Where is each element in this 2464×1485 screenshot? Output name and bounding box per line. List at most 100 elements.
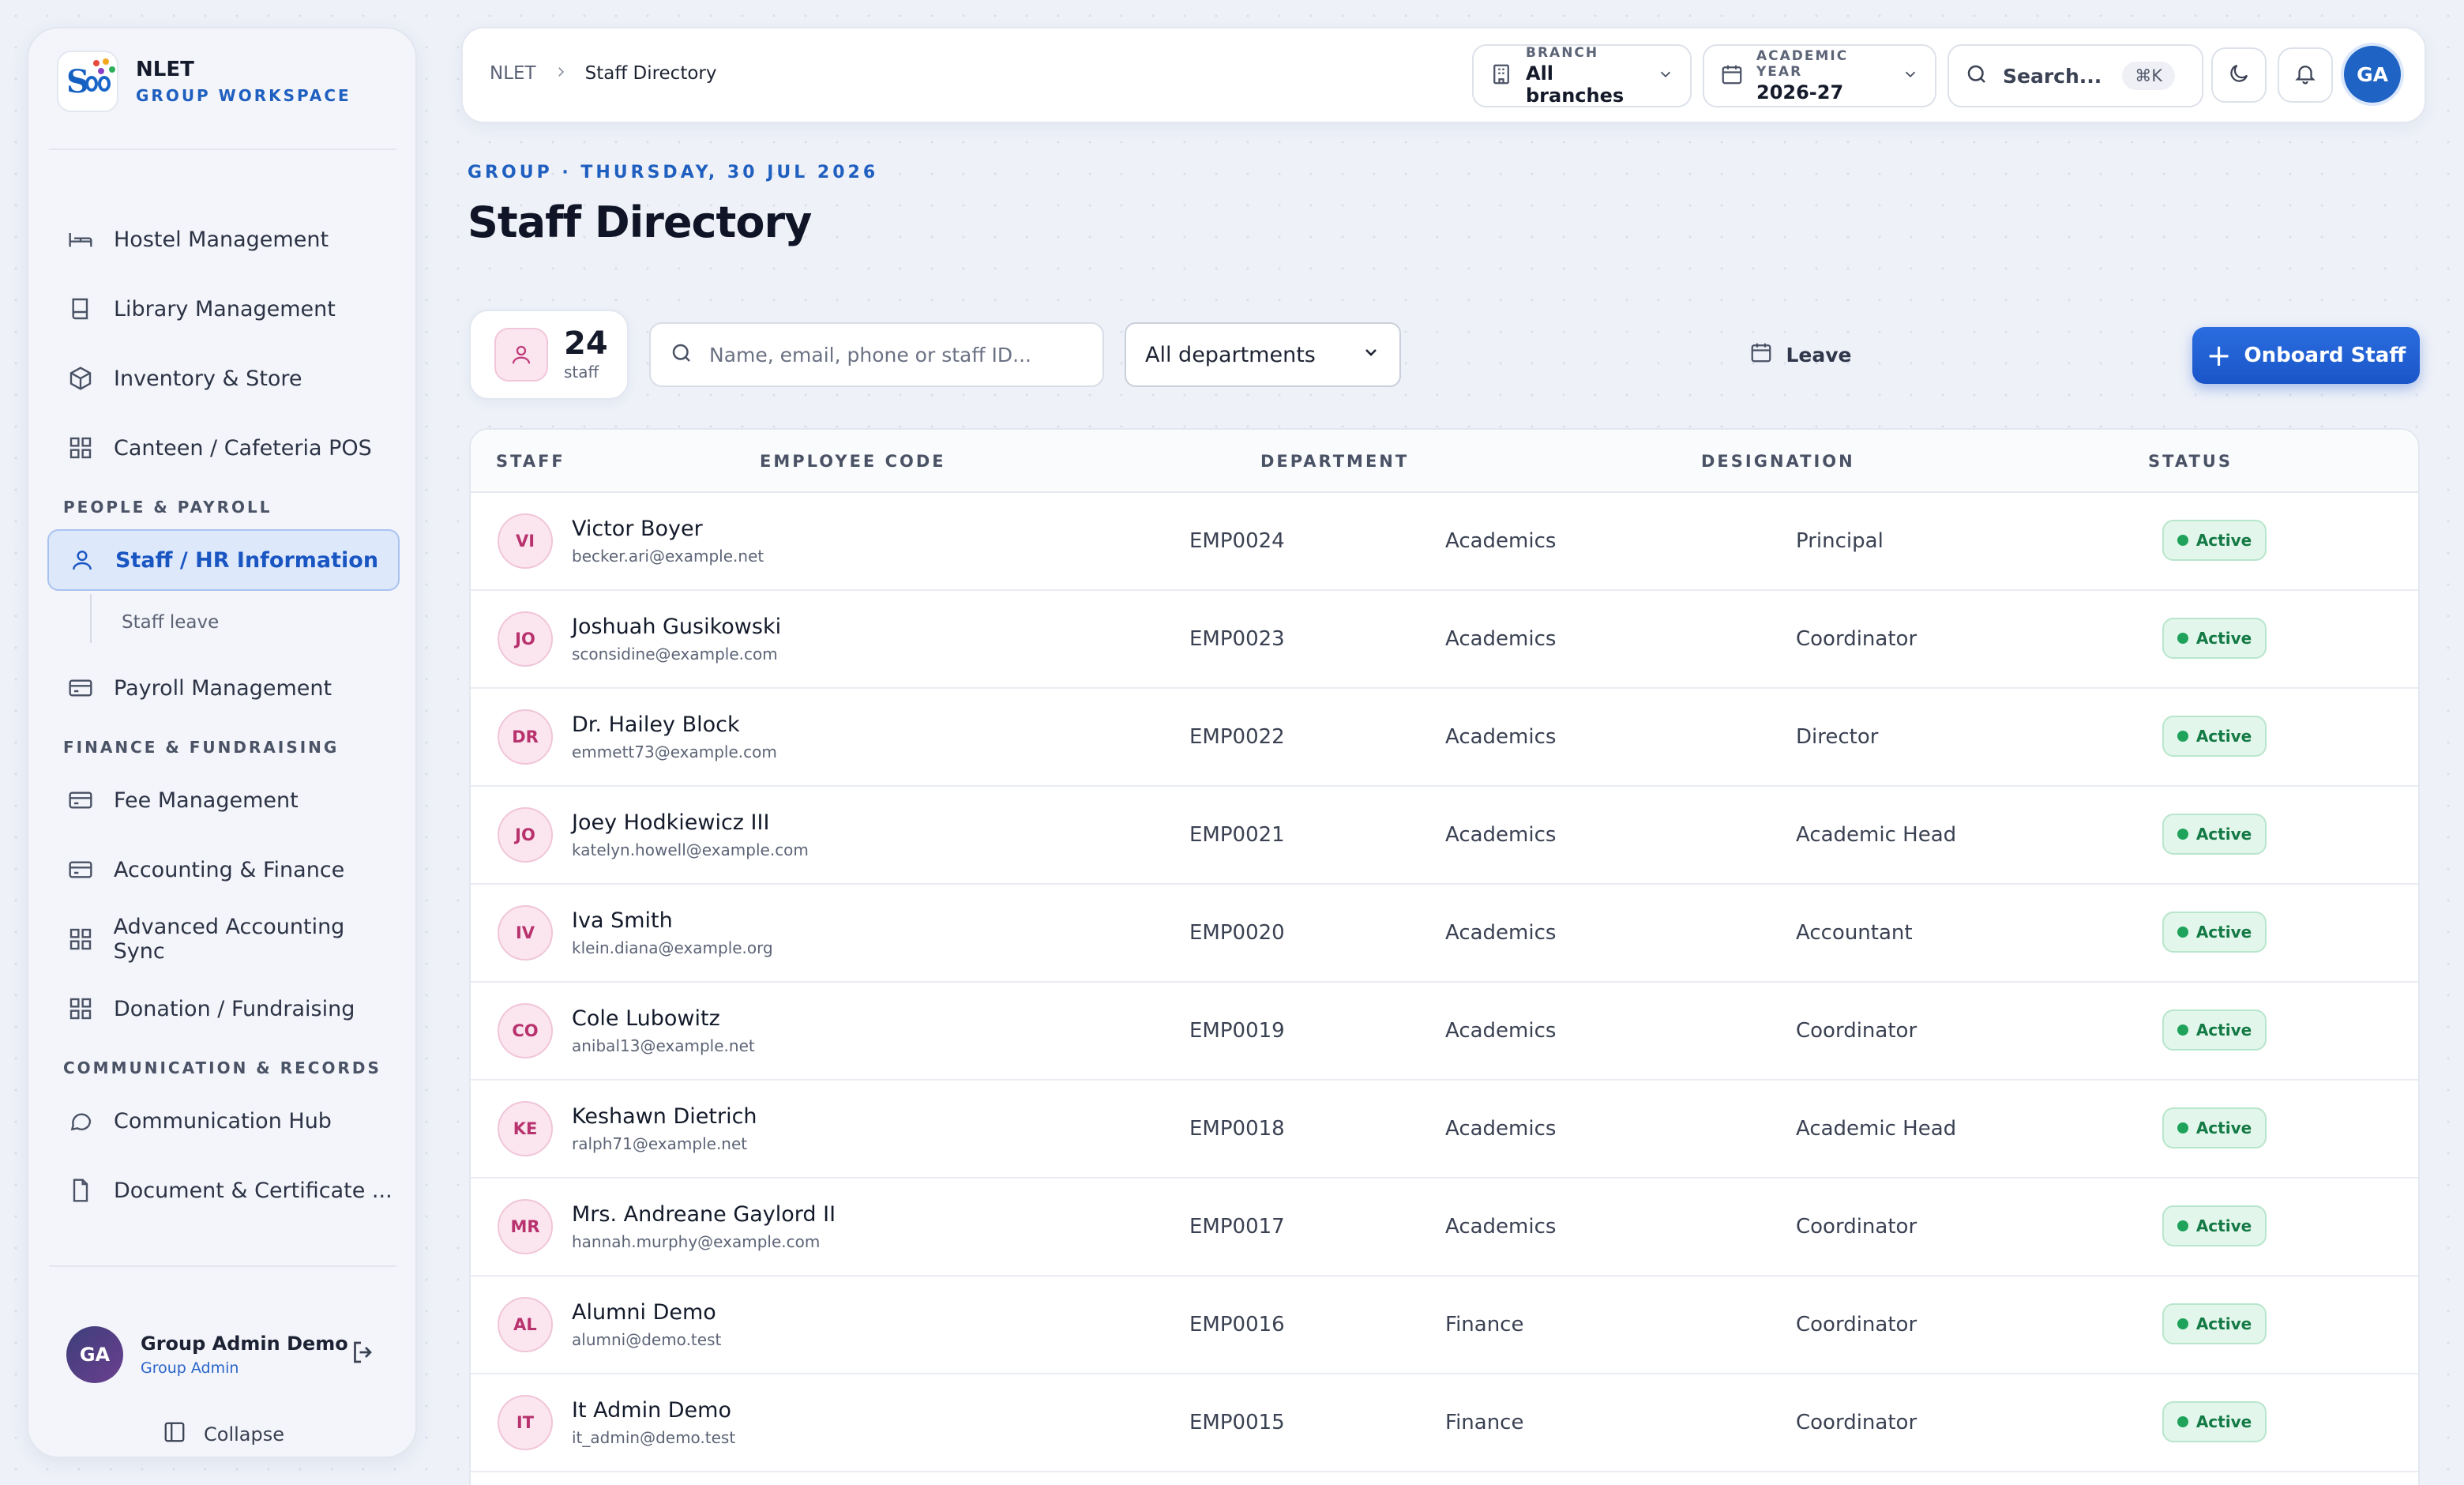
table-row[interactable]: MR Mrs. Andreane Gaylord II hannah.murph…	[471, 1179, 2418, 1276]
status-badge: Active	[2162, 1107, 2267, 1149]
staff-name[interactable]: Mrs. Andreane Gaylord II	[572, 1202, 836, 1227]
search-icon	[1965, 62, 1989, 89]
collapse-label: Collapse	[204, 1423, 284, 1446]
column-header-status[interactable]: STATUS	[2148, 452, 2233, 471]
global-search-button[interactable]: Search... ⌘K	[1948, 44, 2203, 107]
book-icon	[66, 295, 95, 323]
status-dot-icon	[2177, 829, 2188, 840]
sidebar-item-staff-hr[interactable]: Staff / HR Information	[47, 529, 400, 591]
logout-icon[interactable]	[349, 1338, 381, 1370]
breadcrumb-root[interactable]: NLET	[490, 63, 536, 84]
designation: Coordinator	[1796, 627, 1917, 651]
sidebar-item-accounting[interactable]: Accounting & Finance	[47, 839, 400, 900]
theme-toggle-button[interactable]	[2211, 47, 2267, 103]
user-avatar-button[interactable]: GA	[2344, 46, 2401, 103]
status-badge: Active	[2162, 520, 2267, 561]
avatar: KE	[498, 1101, 553, 1156]
sidebar-item-label: Staff / HR Information	[115, 547, 379, 573]
employee-code: EMP0016	[1189, 1313, 1285, 1336]
staff-name[interactable]: Keshawn Dietrich	[572, 1104, 757, 1129]
page-eyebrow: GROUP · THURSDAY, 30 JUL 2026	[468, 163, 879, 182]
status-dot-icon	[2177, 1122, 2188, 1133]
status-label: Active	[2195, 923, 2252, 942]
staff-name[interactable]: Dr. Hailey Block	[572, 712, 740, 737]
table-row[interactable]: KE Keshawn Dietrich ralph71@example.net …	[471, 1081, 2418, 1179]
status-badge: Active	[2162, 716, 2267, 757]
department-select[interactable]: All departments	[1125, 322, 1401, 387]
status-badge: Active	[2162, 1009, 2267, 1051]
leave-button[interactable]: Leave	[1734, 322, 1867, 387]
column-header-designation[interactable]: DESIGNATION	[1701, 452, 1855, 471]
sidebar-subitem-staff-leave[interactable]: Staff leave	[47, 594, 400, 646]
table-row[interactable]: IT It Admin Demo it_admin@demo.test EMP0…	[471, 1374, 2418, 1472]
designation: Accountant	[1796, 921, 1913, 945]
sidebar-item-label: Communication Hub	[114, 1108, 332, 1133]
sidebar-item-documents[interactable]: Document & Certificate ...	[47, 1160, 400, 1221]
brand[interactable]: S NLET GROUP WORKSPACE	[57, 51, 351, 112]
sidebar-item-canteen[interactable]: Canteen / Cafeteria POS	[47, 417, 400, 479]
card-icon	[66, 674, 95, 702]
staff-name[interactable]: Victor Boyer	[572, 517, 703, 541]
staff-email: emmett73@example.com	[572, 742, 777, 761]
table-row[interactable]: CO Cole Lubowitz anibal13@example.net EM…	[471, 983, 2418, 1081]
section-finance: FINANCE & FUNDRAISING	[63, 738, 340, 757]
status-label: Active	[2195, 1021, 2252, 1040]
breadcrumb-current: Staff Directory	[584, 63, 717, 84]
designation: Academic Head	[1796, 823, 1957, 847]
sidebar-item-library[interactable]: Library Management	[47, 278, 400, 340]
avatar: IV	[498, 905, 553, 961]
avatar: AL	[498, 1297, 553, 1352]
staff-email: anibal13@example.net	[572, 1036, 755, 1055]
table-row[interactable]: VI Victor Boyer becker.ari@example.net E…	[471, 493, 2418, 591]
employee-code: EMP0015	[1189, 1411, 1285, 1434]
sidebar-item-inventory[interactable]: Inventory & Store	[47, 348, 400, 409]
staff-name[interactable]: It Admin Demo	[572, 1398, 731, 1423]
column-header-staff[interactable]: STAFF	[496, 452, 565, 471]
bell-icon	[2293, 62, 2317, 88]
onboard-staff-button[interactable]: + Onboard Staff	[2192, 327, 2420, 384]
column-header-department[interactable]: DEPARTMENT	[1260, 452, 1409, 471]
sidebar-item-hostel[interactable]: Hostel Management	[47, 209, 400, 270]
staff-search-input[interactable]	[709, 343, 1088, 367]
table-row[interactable]: DR Dr. Hailey Block emmett73@example.com…	[471, 689, 2418, 787]
sidebar-item-payroll[interactable]: Payroll Management	[47, 657, 400, 719]
employee-code: EMP0021	[1189, 823, 1285, 847]
staff-name[interactable]: Alumni Demo	[572, 1300, 716, 1325]
employee-code: EMP0024	[1189, 529, 1285, 553]
department: Academics	[1445, 921, 1557, 945]
status-dot-icon	[2177, 1318, 2188, 1329]
notifications-button[interactable]	[2278, 47, 2333, 103]
table-row[interactable]: AL Alumni Demo alumni@demo.test EMP0016 …	[471, 1276, 2418, 1374]
staff-name[interactable]: Iva Smith	[572, 908, 673, 933]
sidebar-item-fee[interactable]: Fee Management	[47, 769, 400, 831]
sidebar-item-label: Advanced Accounting Sync	[113, 915, 345, 964]
staff-name[interactable]: Joey Hodkiewicz III	[572, 810, 769, 835]
collapse-button[interactable]: Collapse	[163, 1420, 284, 1449]
section-communication: COMMUNICATION & RECORDS	[63, 1058, 381, 1077]
designation: Principal	[1796, 529, 1884, 553]
avatar: CO	[498, 1003, 553, 1058]
search-icon	[670, 341, 693, 368]
user-card[interactable]: GA Group Admin Demo Group Admin	[49, 1308, 396, 1401]
year-value: 2026-27	[1756, 81, 1844, 103]
status-dot-icon	[2177, 1024, 2188, 1036]
grid-icon	[66, 434, 95, 462]
brand-logo: S	[57, 51, 118, 112]
academic-year-selector[interactable]: ACADEMIC YEAR 2026-27	[1703, 44, 1936, 107]
branch-selector[interactable]: BRANCH All branches	[1472, 44, 1692, 107]
table-row[interactable]: JO Joey Hodkiewicz III katelyn.howell@ex…	[471, 787, 2418, 885]
staff-email: sconsidine@example.com	[572, 645, 778, 664]
column-header-employee-code[interactable]: EMPLOYEE CODE	[760, 452, 946, 471]
employee-code: EMP0020	[1189, 921, 1285, 945]
sidebar-item-communication[interactable]: Communication Hub	[47, 1090, 400, 1152]
table-row[interactable]: JO Joshuah Gusikowski sconsidine@example…	[471, 591, 2418, 689]
staff-name[interactable]: Joshuah Gusikowski	[572, 615, 781, 639]
department: Academics	[1445, 725, 1557, 749]
sidebar-item-donation[interactable]: Donation / Fundraising	[47, 978, 400, 1040]
status-dot-icon	[2177, 535, 2188, 546]
staff-name[interactable]: Cole Lubowitz	[572, 1006, 720, 1031]
branch-value: All branches	[1526, 62, 1625, 107]
sidebar-item-advanced-accounting[interactable]: Advanced Accounting Sync	[47, 908, 400, 970]
table-row[interactable]: IV Iva Smith klein.diana@example.org EMP…	[471, 885, 2418, 983]
staff-email: alumni@demo.test	[572, 1330, 722, 1349]
